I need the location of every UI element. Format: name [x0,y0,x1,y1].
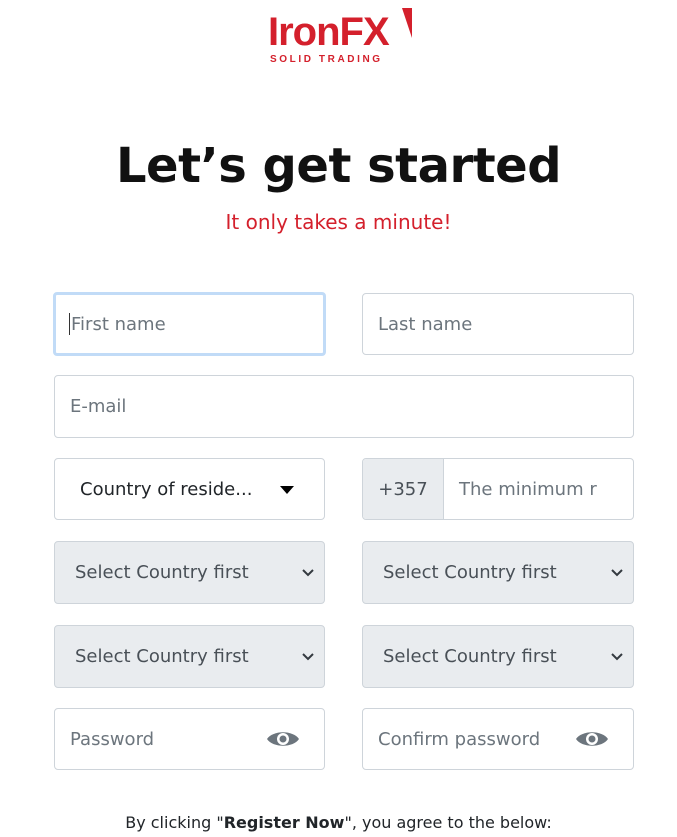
last-name-placeholder: Last name [378,313,473,335]
page-title: Let’s get started [115,138,562,194]
select-2-label: Select Country first [383,562,557,583]
eye-icon[interactable] [266,729,300,749]
terms-register-now: Register Now [223,813,345,832]
select-country-first-1[interactable]: Select Country first [54,541,325,604]
caret-down-icon [280,486,294,494]
eye-icon[interactable] [575,729,609,749]
first-name-input[interactable]: First name [53,292,326,356]
country-of-residence-label: Country of reside... [80,478,253,500]
last-name-input[interactable]: Last name [362,293,634,355]
terms-notice: By clicking "Register Now", you agree to… [0,813,677,832]
chevron-down-icon [611,652,623,660]
page-subtitle: It only takes a minute! [225,210,452,234]
logo-wordmark: IronFX [268,10,390,54]
first-name-placeholder: First name [71,313,166,335]
confirm-password-input[interactable]: Confirm password [362,708,634,770]
chevron-down-icon [302,652,314,660]
terms-prefix: By clicking " [125,813,224,832]
chevron-down-icon [611,568,623,576]
logo-swoosh-icon [402,8,412,38]
phone-number-input[interactable]: The minimum r [444,479,597,500]
ironfx-logo[interactable]: IronFX SOLID TRADING [268,8,418,70]
select-1-label: Select Country first [75,562,249,583]
select-country-first-2[interactable]: Select Country first [362,541,634,604]
select-4-label: Select Country first [383,646,557,667]
select-3-label: Select Country first [75,646,249,667]
text-caret [69,313,70,335]
country-of-residence-dropdown[interactable]: Country of reside... [54,458,325,520]
phone-field[interactable]: +357 The minimum r [362,458,634,520]
password-placeholder: Password [70,728,155,750]
logo-tagline: SOLID TRADING [270,54,383,65]
chevron-down-icon [302,568,314,576]
select-country-first-4[interactable]: Select Country first [362,625,634,688]
confirm-password-placeholder: Confirm password [378,728,541,750]
select-country-first-3[interactable]: Select Country first [54,625,325,688]
email-placeholder: E-mail [70,396,127,417]
email-input[interactable]: E-mail [54,375,634,438]
phone-prefix: +357 [363,459,444,519]
terms-suffix: ", you agree to the below: [344,813,552,832]
password-input[interactable]: Password [54,708,325,770]
